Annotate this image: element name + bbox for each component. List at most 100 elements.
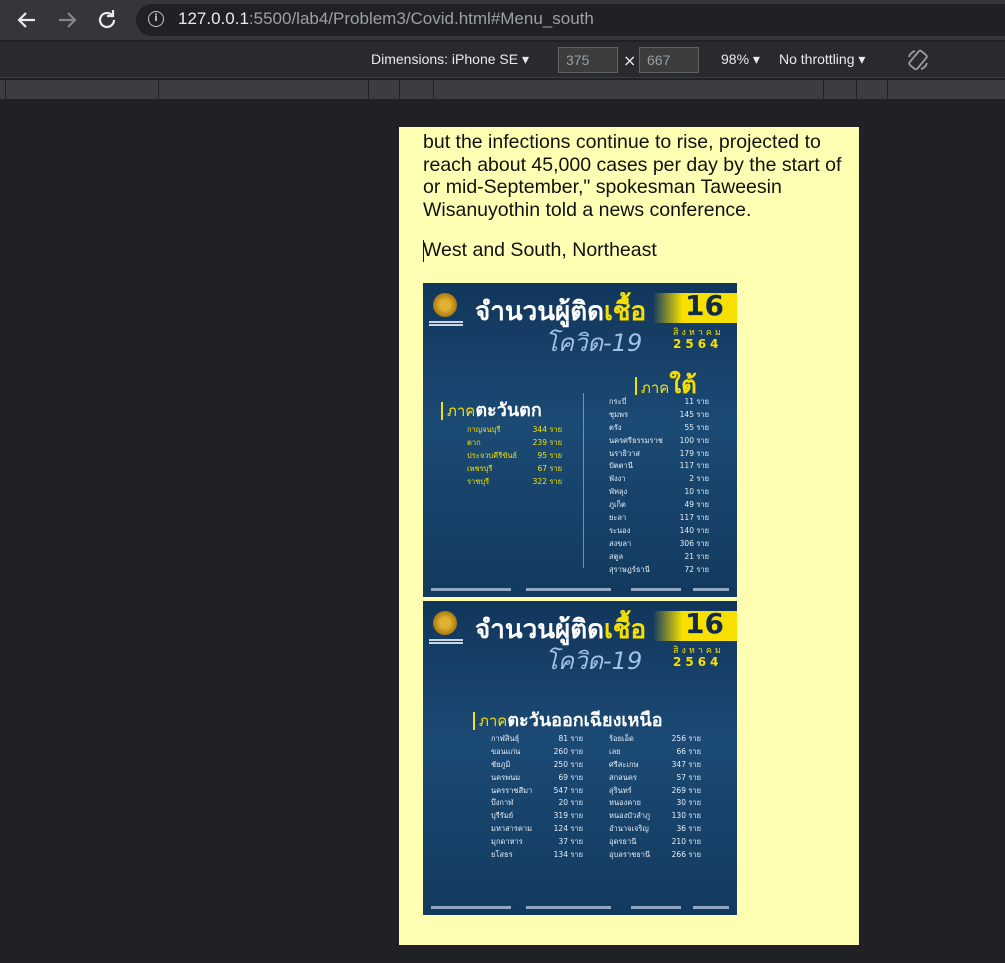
province-name: ยโสธร [491, 850, 513, 860]
case-count: 269 ราย [671, 785, 701, 795]
reload-button[interactable] [93, 6, 121, 34]
info-icon[interactable]: i [148, 11, 164, 27]
province-name: นครพนม [491, 772, 521, 782]
case-count: 130 ราย [671, 811, 701, 821]
table-row: ปัตตานี 117 ราย [609, 460, 709, 473]
province-name: หนองคาย [609, 798, 641, 808]
arrow-right-icon [59, 12, 77, 28]
west-region-label: ภาคตะวันตก [441, 395, 542, 424]
case-count: 256 ราย [671, 734, 701, 743]
south-table: กระบี่ 11 ราย ชุมพร 145 ราย ตรัง 55 ราย นครศรี… [609, 396, 709, 576]
width-input[interactable]: 375 [558, 47, 618, 73]
province-name: สงขลา [609, 538, 632, 548]
table-row: สุรินทร์ 269 ราย [609, 785, 701, 798]
province-name: ศรีสะเกษ [609, 759, 639, 769]
news-paragraph: but the infections continue to rise, pro… [423, 131, 842, 221]
rotate-icon[interactable] [906, 48, 930, 72]
case-count: 117 ราย [679, 461, 709, 471]
northeast-region-label: ภาคตะวันออกเฉียงเหนือ [473, 705, 663, 734]
table-row: สกลนคร 57 ราย [609, 772, 701, 785]
case-count: 66 ราย [676, 746, 701, 756]
forward-button[interactable] [53, 6, 81, 34]
table-row: ศรีสะเกษ 347 ราย [609, 759, 701, 772]
infographic-northeast: จำนวนผู้ติดเชื้อ โควิด-19 16 สิงหาคม 256… [423, 601, 737, 915]
page-viewport: but the infections continue to rise, pro… [399, 127, 859, 945]
province-name: ชุมพร [609, 409, 629, 419]
province-name: ปัตตานี [609, 461, 633, 471]
device-toolbar: Dimensions: iPhone SE ▾ 375 × 667 98% ▾ … [0, 42, 1005, 78]
height-input[interactable]: 667 [639, 47, 699, 73]
province-name: สุรินทร์ [609, 785, 632, 795]
zoom-dropdown[interactable]: 98% ▾ [721, 51, 760, 68]
province-name: เลย [609, 746, 621, 756]
poster-subtitle: โควิด-19 [545, 647, 643, 675]
province-name: กระบี่ [609, 397, 627, 406]
poster-footer [431, 906, 729, 910]
dimensions-dropdown[interactable]: Dimensions: iPhone SE ▾ [371, 51, 529, 68]
province-name: อุดรธานี [609, 837, 637, 847]
west-table: กาญจนบุรี 344 ราย ตาก 239 ราย ประจวบคีรีขันธ… [467, 424, 562, 488]
poster-year: 2564 [673, 337, 723, 351]
caret-down-icon: ▾ [752, 51, 760, 67]
province-name: ร้อยเอ็ด [609, 734, 634, 743]
province-name: มุกดาหาร [491, 837, 523, 847]
table-row: ยะลา 117 ราย [609, 512, 709, 525]
table-row: ร้อยเอ็ด 256 ราย [609, 733, 701, 746]
table-row: อุบลราชธานี 266 ราย [609, 849, 701, 862]
poster-year: 2564 [673, 655, 723, 669]
poster-day: 16 [685, 289, 724, 322]
table-row: อุดรธานี 210 ราย [609, 836, 701, 849]
province-name: กาญจนบุรี [467, 425, 501, 434]
seal-caption [429, 638, 463, 646]
table-row: เลย 66 ราย [609, 746, 701, 759]
case-count: 95 ราย [537, 450, 562, 460]
case-count: 2 ราย [689, 474, 709, 484]
table-row: ยโสธร 134 ราย [491, 849, 583, 862]
seal-caption [429, 320, 463, 328]
url-text[interactable]: 127.0.0.1:5500/lab4/Problem3/Covid.html#… [178, 9, 594, 29]
province-name: ภูเก็ต [609, 500, 626, 510]
case-count: 49 ราย [684, 500, 709, 510]
province-name: หนองบัวลำภู [609, 811, 650, 821]
table-divider [583, 393, 584, 568]
table-row: ราชบุรี 322 ราย [467, 476, 562, 489]
back-button[interactable] [13, 6, 41, 34]
province-name: ราชบุรี [467, 476, 490, 486]
poster-day: 16 [685, 607, 724, 640]
ministry-seal-icon [433, 611, 457, 635]
table-row: สงขลา 306 ราย [609, 538, 709, 551]
case-count: 36 ราย [676, 824, 701, 834]
province-name: อุบลราชธานี [609, 850, 651, 860]
table-row: มุกดาหาร 37 ราย [491, 836, 583, 849]
province-name: นครศรีธรรมราช [609, 435, 663, 445]
throttling-dropdown[interactable]: No throttling ▾ [779, 51, 865, 68]
case-count: 260 ราย [553, 746, 583, 756]
table-row: กาญจนบุรี 344 ราย [467, 424, 562, 437]
table-row: บุรีรัมย์ 319 ราย [491, 810, 583, 823]
case-count: 124 ราย [553, 824, 583, 834]
table-row: มหาสารคาม 124 ราย [491, 823, 583, 836]
case-count: 250 ราย [553, 759, 583, 769]
region-heading: West and South, Northeast [423, 239, 657, 261]
province-name: พัทลุง [609, 487, 628, 497]
province-name: ระนอง [609, 525, 631, 535]
case-count: 69 ราย [558, 772, 583, 782]
poster-subtitle: โควิด-19 [545, 329, 643, 357]
case-count: 145 ราย [679, 409, 709, 419]
province-name: ตาก [467, 437, 481, 447]
case-count: 134 ราย [553, 850, 583, 860]
case-count: 140 ราย [679, 525, 709, 535]
province-name: พังงา [609, 474, 626, 484]
province-name: บุรีรัมย์ [491, 811, 514, 821]
table-row: สุราษฎร์ธานี 72 ราย [609, 564, 709, 577]
province-name: นครราชสีมา [491, 785, 533, 795]
case-count: 347 ราย [671, 759, 701, 769]
table-row: ขอนแก่น 260 ราย [491, 746, 583, 759]
caret-down-icon: ▾ [858, 51, 866, 67]
case-count: 266 ราย [671, 850, 701, 860]
province-name: บึงกาฬ [491, 798, 514, 808]
case-count: 322 ราย [532, 476, 562, 486]
table-row: พัทลุง 10 ราย [609, 486, 709, 499]
table-row: บึงกาฬ 20 ราย [491, 797, 583, 810]
case-count: 117 ราย [679, 513, 709, 523]
